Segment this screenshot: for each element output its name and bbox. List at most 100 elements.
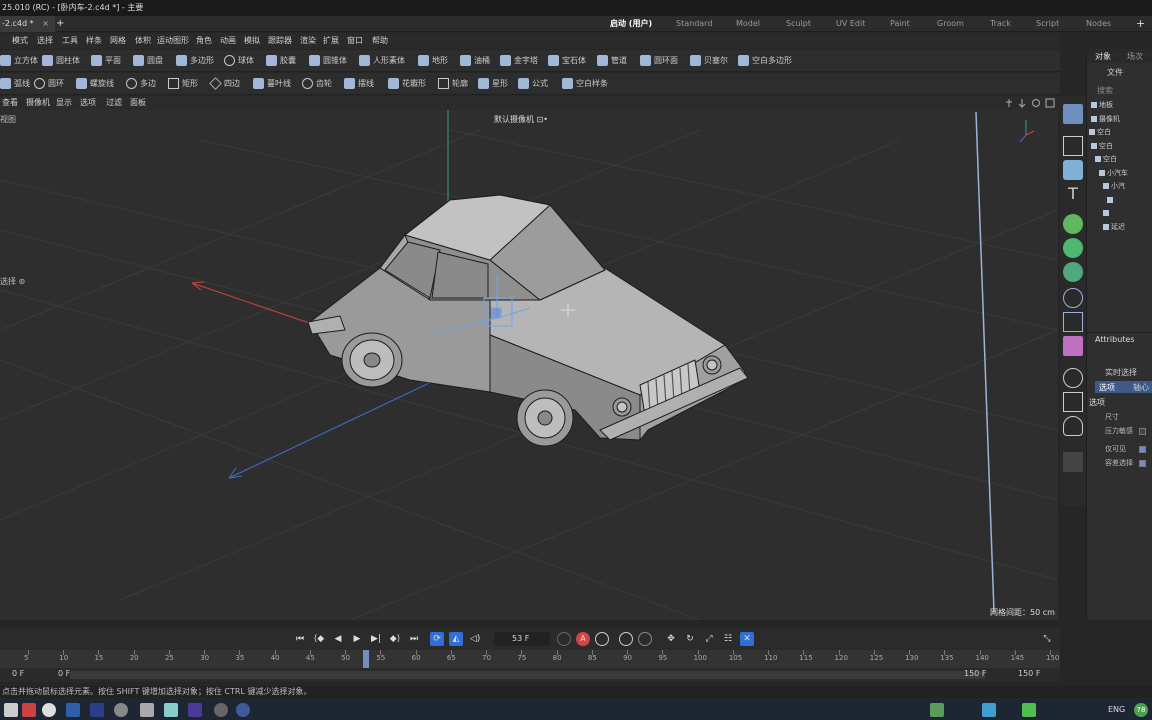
cinema4d-icon[interactable] bbox=[236, 703, 250, 717]
tool-polygon[interactable]: 多边形 bbox=[176, 50, 214, 72]
tool-empty-spline[interactable]: 空白样条 bbox=[562, 73, 608, 95]
cloner-icon[interactable] bbox=[1063, 238, 1083, 258]
menu-item-8[interactable]: 动画 bbox=[220, 33, 236, 49]
menu-item-11[interactable]: 渲染 bbox=[300, 33, 316, 49]
pos-key-icon[interactable] bbox=[619, 632, 633, 646]
move-key-icon[interactable]: ✥ bbox=[664, 632, 678, 646]
environment-icon[interactable] bbox=[1063, 368, 1083, 388]
menu-item-3[interactable]: 样条 bbox=[86, 33, 102, 49]
tool-figure[interactable]: 人形素体 bbox=[359, 50, 405, 72]
document-tab[interactable]: -2.c4d * × bbox=[0, 16, 55, 32]
viewport-nav-icons[interactable] bbox=[1004, 97, 1058, 109]
view-menu-item-3[interactable]: 选项 bbox=[80, 96, 96, 110]
tool-sphere[interactable]: 球体 bbox=[224, 50, 254, 72]
prev-key-icon[interactable]: ⟨◆ bbox=[312, 632, 326, 646]
layout-tab-1[interactable]: Standard bbox=[676, 16, 712, 32]
menu-item-14[interactable]: 帮助 bbox=[372, 33, 388, 49]
end-frame[interactable]: 150 F bbox=[1018, 669, 1040, 678]
settings-icon[interactable] bbox=[114, 703, 128, 717]
attr-checkbox[interactable] bbox=[1139, 428, 1146, 435]
layout-tab-4[interactable]: UV Edit bbox=[836, 16, 865, 32]
field-icon[interactable] bbox=[1063, 288, 1083, 308]
menu-item-5[interactable]: 体积 bbox=[135, 33, 151, 49]
prev-frame-icon[interactable]: ◀ bbox=[331, 632, 345, 646]
start-frame[interactable]: 0 F bbox=[12, 669, 24, 678]
camera-label[interactable]: 默认摄像机 ⊡• bbox=[494, 114, 548, 125]
tool-torus[interactable]: 圆环面 bbox=[640, 50, 678, 72]
attr-tab-axis[interactable]: 轴心 bbox=[1133, 382, 1149, 393]
tool-cog[interactable]: 齿轮 bbox=[302, 73, 332, 95]
menu-item-13[interactable]: 窗口 bbox=[347, 33, 363, 49]
tool-rectangle[interactable]: 矩形 bbox=[168, 73, 198, 95]
tool-cube[interactable]: 立方体 bbox=[0, 50, 38, 72]
object-search[interactable]: 搜索 bbox=[1097, 85, 1113, 96]
go-to-start-icon[interactable]: ⏮ bbox=[293, 632, 307, 646]
text-tool-icon[interactable]: T bbox=[1063, 184, 1083, 204]
layout-tab-3[interactable]: Sculpt bbox=[786, 16, 811, 32]
deformer-icon[interactable] bbox=[1063, 262, 1083, 282]
close-icon[interactable]: × bbox=[42, 19, 49, 28]
menu-item-0[interactable]: 模式 bbox=[12, 33, 28, 49]
tool-bezier[interactable]: 贝塞尔 bbox=[690, 50, 728, 72]
tool-cycloid[interactable]: 摆线 bbox=[344, 73, 374, 95]
param-key-icon[interactable]: ☷ bbox=[721, 632, 735, 646]
tool-star[interactable]: 星形 bbox=[478, 73, 508, 95]
app-icon-7[interactable] bbox=[164, 703, 178, 717]
tool-landscape[interactable]: 地形 bbox=[418, 50, 448, 72]
object-tree-item[interactable]: 摄像机 bbox=[1091, 113, 1120, 126]
rot-key-icon[interactable] bbox=[638, 632, 652, 646]
object-tree-item[interactable]: 延迟 bbox=[1103, 221, 1125, 234]
view-menu-item-5[interactable]: 面板 bbox=[130, 96, 146, 110]
frame-range-slider[interactable] bbox=[70, 671, 985, 679]
object-tree-item[interactable]: 小汽车 bbox=[1099, 167, 1128, 180]
frame-field[interactable]: 53 F bbox=[494, 632, 550, 646]
tray-icon-1[interactable] bbox=[930, 703, 944, 717]
play-icon[interactable]: ▶ bbox=[350, 632, 364, 646]
brush-icon[interactable] bbox=[1063, 452, 1083, 472]
menu-item-12[interactable]: 扩展 bbox=[323, 33, 339, 49]
layout-tab-6[interactable]: Groom bbox=[937, 16, 964, 32]
tool-circle[interactable]: 圆环 bbox=[34, 73, 64, 95]
tab-objects[interactable]: 对象 bbox=[1095, 51, 1111, 62]
tool-cylinder[interactable]: 圆柱体 bbox=[42, 50, 80, 72]
photoshop-icon[interactable] bbox=[90, 703, 104, 717]
tool-n-side[interactable]: 多边 bbox=[126, 73, 156, 95]
menu-item-7[interactable]: 角色 bbox=[196, 33, 212, 49]
playhead[interactable] bbox=[363, 650, 370, 668]
view-menu-item-0[interactable]: 查看 bbox=[2, 96, 18, 110]
view-menu-item-2[interactable]: 显示 bbox=[56, 96, 72, 110]
menu-item-9[interactable]: 模拟 bbox=[244, 33, 260, 49]
tool-cissoid[interactable]: 蔓叶线 bbox=[253, 73, 291, 95]
auto-key-icon[interactable]: A bbox=[576, 632, 590, 646]
attr-checkbox[interactable] bbox=[1139, 460, 1146, 467]
scene-icon[interactable] bbox=[1063, 336, 1083, 356]
wechat-icon[interactable] bbox=[1022, 703, 1036, 717]
tool-four-side[interactable]: 四边 bbox=[209, 73, 240, 95]
timeline-expand-icon[interactable]: ⤡ bbox=[1040, 632, 1054, 646]
layout-tab-5[interactable]: Paint bbox=[890, 16, 910, 32]
notification-badge[interactable]: 78 bbox=[1134, 703, 1148, 717]
layout-tab-2[interactable]: Model bbox=[736, 16, 760, 32]
menu-item-10[interactable]: 跟踪器 bbox=[268, 33, 292, 49]
scale-key-icon[interactable]: ⤢ bbox=[702, 632, 716, 646]
menu-item-2[interactable]: 工具 bbox=[62, 33, 78, 49]
3d-viewport[interactable]: 视图 默认摄像机 ⊡• 选择 ⊛ 网格间距：50 cm bbox=[0, 110, 1058, 620]
tool-arc[interactable]: 弧线 bbox=[0, 73, 30, 95]
premiere-icon[interactable] bbox=[188, 703, 202, 717]
tool-helix[interactable]: 螺旋线 bbox=[76, 73, 114, 95]
record-off-icon[interactable] bbox=[557, 632, 571, 646]
light-icon[interactable] bbox=[1063, 416, 1083, 436]
layout-tab-0[interactable]: 启动 (用户) bbox=[610, 16, 652, 32]
tool-platonic[interactable]: 宝石体 bbox=[548, 50, 586, 72]
object-menu-file[interactable]: 文件 bbox=[1107, 67, 1123, 78]
app-icon-3[interactable] bbox=[66, 703, 80, 717]
menu-item-1[interactable]: 选择 bbox=[37, 33, 53, 49]
pla-key-icon[interactable]: ✕ bbox=[740, 632, 754, 646]
object-tree-item[interactable]: 小汽 bbox=[1103, 180, 1125, 193]
timeline-ruler[interactable]: 5 10 15 20 25 30 35 40 45 50 55 60 65 70 75 80 85 90 95 100… bbox=[0, 650, 1060, 668]
new-tab-icon[interactable]: + bbox=[56, 16, 64, 32]
tool-profile[interactable]: 轮廓 bbox=[438, 73, 468, 95]
language-indicator[interactable]: ENG bbox=[1108, 705, 1125, 714]
sound-icon[interactable]: ◁) bbox=[468, 632, 482, 646]
tool-flower[interactable]: 花瓣形 bbox=[388, 73, 426, 95]
